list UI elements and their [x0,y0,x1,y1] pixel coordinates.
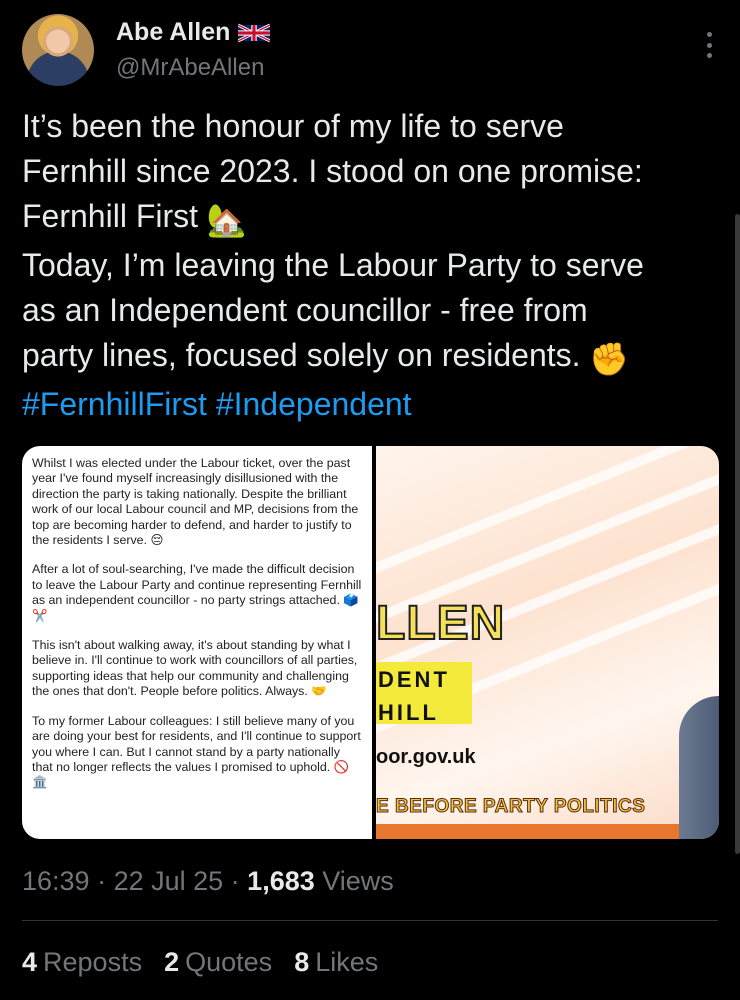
uk-flag-icon [238,23,271,42]
reposts-stat[interactable]: 4 Reposts [22,947,142,978]
views-label: Views [322,866,394,896]
tweet-line-text: party lines, focused solely on residents… [22,337,581,373]
quotes-count: 2 [164,947,180,977]
quotes-label: Quotes [185,947,273,977]
author-name-row: Abe Allen [116,18,271,47]
fist-emoji: ✊ [589,341,630,377]
more-options-icon[interactable] [706,32,712,58]
tweet-time[interactable]: 16:39 [22,866,90,896]
likes-count: 8 [294,947,310,977]
author-name[interactable]: Abe Allen [116,18,230,47]
reposts-count: 4 [22,947,38,977]
tweet-line-text: Fernhill First [22,198,199,234]
likes-label: Likes [315,947,379,977]
likes-stat[interactable]: 8 Likes [294,947,378,978]
house-emoji: 🏡 [206,202,247,238]
statement-paragraph: To my former Labour colleagues: I still … [32,713,361,790]
graphic-slogan: E BEFORE PARTY POLITICS [376,796,646,818]
tweet-header: Abe Allen @MrAbeAllen [22,14,718,94]
graphic-orange-bar [376,824,696,839]
graphic-line1: DENT [378,667,450,692]
hashtag-link[interactable]: #FernhillFirst [22,386,207,422]
tweet-line: as an Independent councillor - free from [22,292,588,328]
tweet-meta: 16:39 · 22 Jul 25 · 1,683 Views [22,866,394,896]
statement-paragraph: This isn't about walking away, it's abou… [32,638,358,699]
divider [22,920,718,921]
views-count: 1,683 [247,866,315,896]
hashtag-line: #FernhillFirst #Independent [22,382,722,427]
tweet-line: It’s been the honour of my life to serve [22,108,564,144]
statement-paragraph: Whilst I was elected under the Labour ti… [32,456,359,548]
statement-paragraph: After a lot of soul-searching, I've made… [32,562,362,623]
graphic-url: oor.gov.uk [376,746,476,768]
reposts-label: Reposts [43,947,143,977]
person-photo [679,696,719,839]
media-gallery: Whilst I was elected under the Labour ti… [22,446,719,839]
engagement-stats: 4 Reposts 2 Quotes 8 Likes [22,947,378,978]
author-handle[interactable]: @MrAbeAllen [116,54,264,82]
avatar[interactable] [22,14,94,86]
graphic-line2: HILL [378,700,439,725]
campaign-graphic-image[interactable]: LLEN DENT HILL oor.gov.uk E BEFORE PARTY… [376,446,719,839]
statement-image[interactable]: Whilst I was elected under the Labour ti… [22,446,372,839]
tweet-date[interactable]: 22 Jul 25 [114,866,224,896]
tweet-text: It’s been the honour of my life to serve… [22,104,722,427]
scrollbar[interactable] [735,214,740,854]
tweet-line: Fernhill since 2023. I stood on one prom… [22,153,643,189]
graphic-title: LLEN [376,596,506,651]
tweet-line: Fernhill First 🏡 [22,194,722,243]
tweet-line: Today, I’m leaving the Labour Party to s… [22,247,644,283]
hashtag-link[interactable]: #Independent [216,386,412,422]
tweet-line: party lines, focused solely on residents… [22,333,722,382]
quotes-stat[interactable]: 2 Quotes [164,947,272,978]
